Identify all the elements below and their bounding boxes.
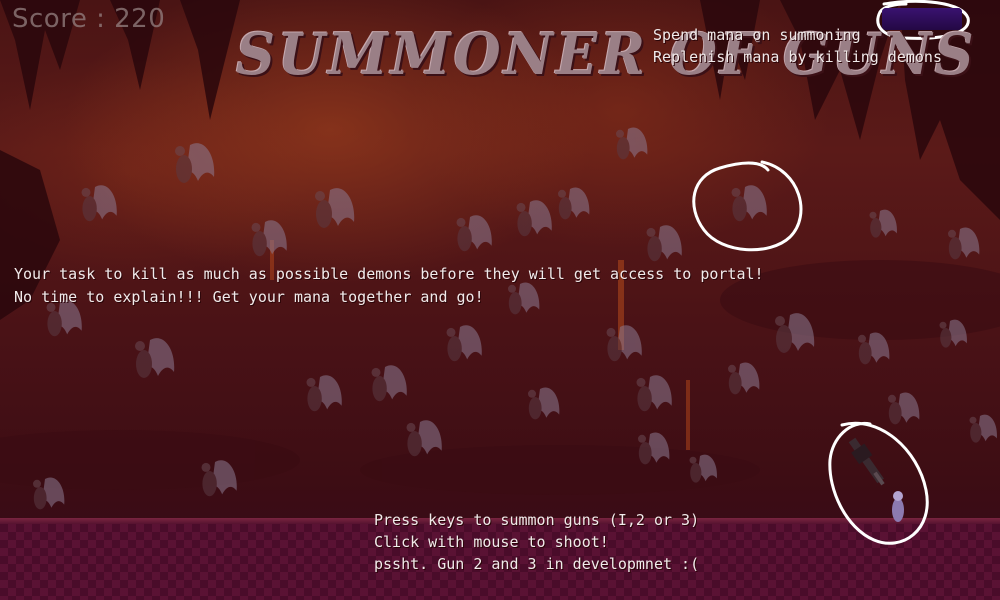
winged-demon-icon xyxy=(528,387,560,420)
winged-demon-icon xyxy=(81,185,117,222)
winged-demon-icon xyxy=(558,187,590,220)
winged-demon-icon xyxy=(948,227,980,260)
winged-demon-icon xyxy=(175,143,215,183)
winged-demon-icon xyxy=(616,127,648,160)
winged-demon-icon xyxy=(606,325,642,362)
controls-line: Click with mouse to shoot! xyxy=(374,533,609,551)
controls-instructions: Press keys to summon guns (I,2 or 3) Cli… xyxy=(374,509,699,575)
task-line: No time to explain!!! Get your mana toge… xyxy=(14,288,484,306)
winged-demon-icon xyxy=(888,392,920,425)
winged-demon-icon xyxy=(135,338,175,378)
winged-demon-icon xyxy=(251,220,287,257)
mana-hint-line: Replenish mana by killing demons xyxy=(653,48,942,66)
winged-demon-icon xyxy=(731,185,767,222)
controls-line: pssht. Gun 2 and 3 in developmnet :( xyxy=(374,555,700,573)
score-display: Score : 220 xyxy=(12,4,166,34)
game-title: SUMMONER OF GUNS xyxy=(236,20,977,88)
mana-hint: Spend mana on summoning Replenish mana b… xyxy=(653,24,942,68)
winged-demon-icon xyxy=(969,414,997,443)
game-canvas[interactable]: Score : 220 SUMMONER OF GUNS Spend mana … xyxy=(0,0,1000,600)
winged-demon-icon xyxy=(646,225,682,262)
controls-line: Press keys to summon guns (I,2 or 3) xyxy=(374,511,700,529)
mana-hint-line: Spend mana on summoning xyxy=(653,26,861,44)
winged-demon-icon xyxy=(869,209,897,238)
winged-demon-icon xyxy=(446,325,482,362)
winged-demon-icon xyxy=(516,200,552,237)
task-line: Your task to kill as much as possible de… xyxy=(14,265,764,283)
winged-demon-icon xyxy=(728,362,760,395)
winged-demon-icon xyxy=(306,375,342,412)
winged-demon-icon xyxy=(315,188,355,228)
task-instructions: Your task to kill as much as possible de… xyxy=(14,263,764,309)
winged-demon-icon xyxy=(456,215,492,252)
winged-demon-icon xyxy=(371,365,407,402)
winged-demon-icon xyxy=(636,375,672,412)
